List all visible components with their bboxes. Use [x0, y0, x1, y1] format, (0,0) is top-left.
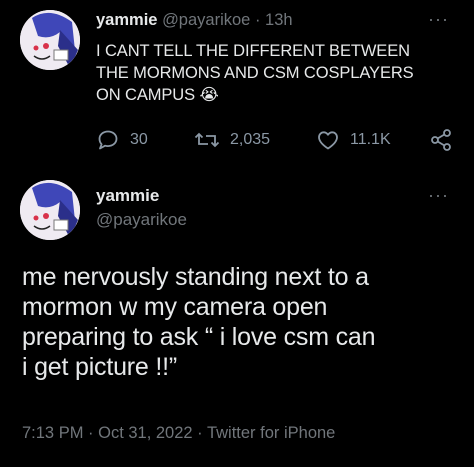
tweet1-text: I CANT TELL THE DIFFERENT BETWEEN THE MO…: [96, 40, 414, 106]
share-icon: [431, 129, 451, 151]
tweet2-line: me nervously standing next to a: [22, 263, 369, 291]
tweet2-line: i get picture !!”: [22, 353, 177, 381]
tweet2-handle[interactable]: @payarikoe: [96, 210, 187, 230]
avatar-image: [20, 180, 80, 240]
tweet1-header: yammie @payarikoe · 13h: [96, 11, 293, 30]
time-ago[interactable]: 13h: [265, 11, 293, 29]
avatar-tweet2[interactable]: [20, 180, 80, 240]
like-count: 11.1K: [350, 131, 391, 148]
share-button[interactable]: [430, 128, 452, 152]
tweet2-line: mormon w my camera open: [22, 293, 328, 321]
retweet-count: 2,035: [230, 131, 271, 148]
more-dots-icon: ···: [428, 9, 449, 29]
tweet2-display-name[interactable]: yammie: [96, 186, 159, 206]
tweet1-line-text: ON CAMPUS: [96, 86, 196, 104]
more-options-button-tweet2[interactable]: ···: [428, 186, 449, 204]
crying-emoji: 😭: [199, 86, 219, 104]
tweet2-line: preparing to ask “ i love csm can: [22, 323, 376, 351]
like-button[interactable]: 11.1K: [316, 128, 391, 152]
reply-button[interactable]: 30: [96, 128, 148, 152]
tweet1-line: THE MORMONS AND CSM COSPLAYERS: [96, 64, 414, 82]
display-name[interactable]: yammie: [96, 11, 157, 29]
tweet2-timestamp[interactable]: 7:13 PM · Oct 31, 2022 · Twitter for iPh…: [22, 424, 335, 443]
heart-icon: [318, 131, 338, 150]
avatar-image: [20, 10, 80, 70]
reply-bubble-icon: [98, 130, 118, 150]
separator: ·: [254, 11, 261, 29]
tweet2-text: me nervously standing next to a mormon w…: [22, 262, 375, 382]
tweet1-line: I CANT TELL THE DIFFERENT BETWEEN: [96, 42, 410, 60]
retweet-button[interactable]: 2,035: [194, 128, 270, 152]
avatar-tweet1[interactable]: [20, 10, 80, 70]
tweet1-line-last: ON CAMPUS 😭: [96, 84, 414, 106]
retweet-icon: [194, 132, 220, 148]
more-dots-icon: ···: [428, 185, 449, 205]
reply-count: 30: [130, 131, 148, 148]
handle[interactable]: @payarikoe: [162, 11, 250, 29]
more-options-button[interactable]: ···: [428, 10, 449, 28]
